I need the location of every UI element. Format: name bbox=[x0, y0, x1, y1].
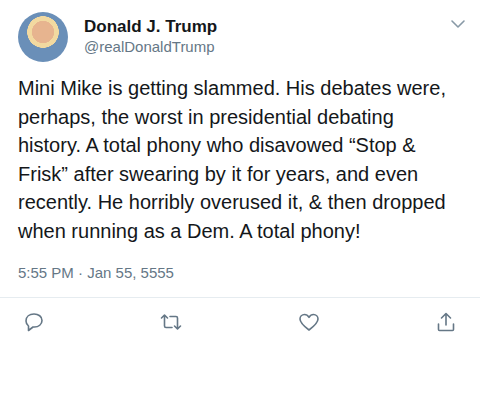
action-bar bbox=[0, 298, 480, 344]
author-name[interactable]: Donald J. Trump bbox=[84, 16, 434, 37]
divider bbox=[0, 297, 480, 298]
timestamp[interactable]: 5:55 PM · Jan 55, 5555 bbox=[18, 263, 466, 283]
author-handle[interactable]: @realDonaldTrump bbox=[84, 37, 434, 57]
avatar[interactable] bbox=[18, 12, 68, 62]
tweet-text: Mini Mike is getting slammed. His debate… bbox=[18, 74, 466, 245]
chevron-icon[interactable] bbox=[450, 16, 466, 32]
reply-icon[interactable] bbox=[22, 310, 46, 334]
author: Donald J. Trump @realDonaldTrump bbox=[84, 12, 434, 57]
tweet: Donald J. Trump @realDonaldTrump Mini Mi… bbox=[0, 0, 480, 283]
like-icon[interactable] bbox=[297, 310, 321, 334]
retweet-icon[interactable] bbox=[159, 310, 183, 334]
share-icon[interactable] bbox=[434, 310, 458, 334]
tweet-header: Donald J. Trump @realDonaldTrump bbox=[18, 12, 466, 62]
